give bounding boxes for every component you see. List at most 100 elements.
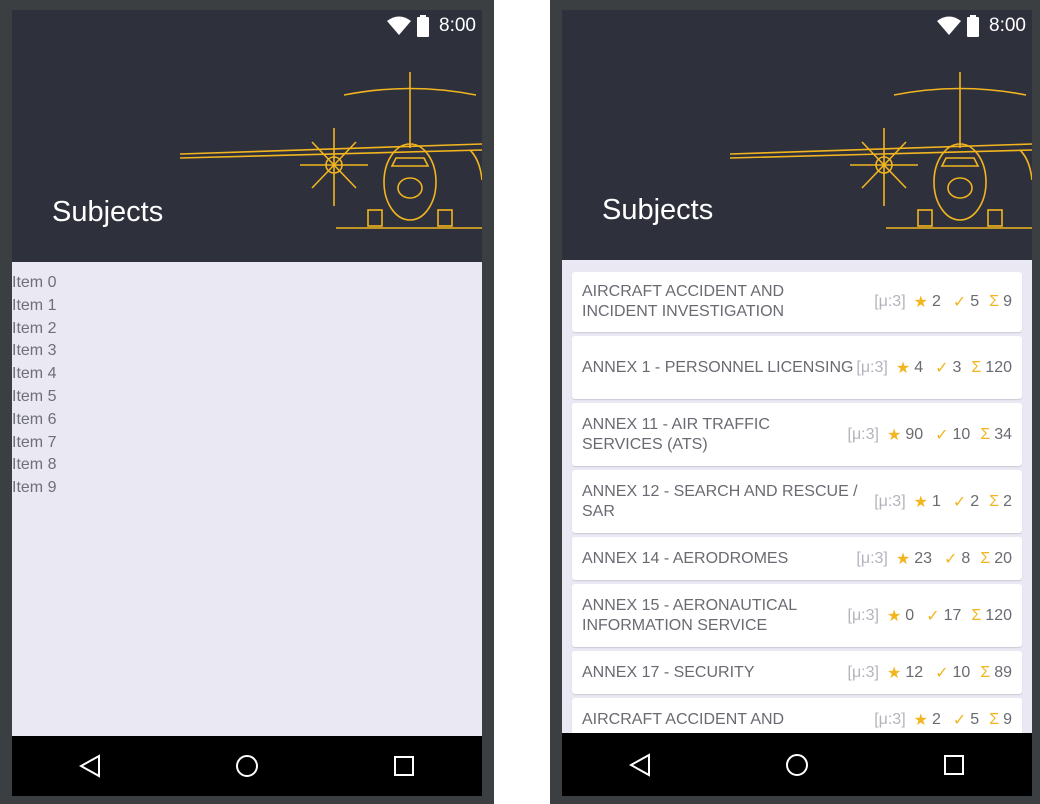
status-bar: 8:00 (937, 10, 1032, 42)
star-icon: ★ (913, 493, 928, 511)
check-count: 5 (970, 293, 980, 310)
list-item[interactable]: Item 9 (12, 477, 482, 500)
wifi-icon (387, 16, 412, 35)
total-count: 34 (994, 425, 1012, 443)
check-icon: ✓ (935, 359, 949, 377)
battery-icon (967, 15, 980, 37)
check-icon: ✓ (952, 294, 967, 311)
airplane-illustration (180, 72, 482, 229)
subject-list: AIRCRAFT ACCIDENT AND INCIDENT INVESTIGA… (572, 272, 1022, 774)
subject-name: ANNEX 12 - SEARCH AND RESCUE / SAR (582, 482, 858, 520)
wifi-icon (937, 16, 962, 35)
sigma-icon: Σ (980, 425, 991, 443)
subject-stats: [μ:3] ★ 2 ✓ 5 Σ9 (874, 710, 1012, 730)
star-icon: ★ (913, 294, 928, 311)
subject-card[interactable]: ANNEX 12 - SEARCH AND RESCUE / SAR [μ:3]… (572, 470, 1022, 533)
subject-card[interactable]: ANNEX 15 - AERONAUTICAL INFORMATION SERV… (572, 584, 1022, 647)
subject-stats: [μ:3] ★ 0 ✓ 17 Σ 120 (848, 606, 1013, 626)
star-count: 4 (914, 358, 924, 376)
back-icon (79, 754, 101, 778)
star-count: 2 (931, 293, 941, 310)
check-icon: ✓ (944, 550, 958, 568)
subject-name: ANNEX 15 - AERONAUTICAL INFORMATION SERV… (582, 596, 797, 634)
list-item[interactable]: Item 4 (12, 363, 482, 386)
navigation-bar (562, 733, 1032, 796)
back-button[interactable] (70, 746, 110, 786)
sigma-icon: Σ (971, 606, 982, 624)
status-time: 8:00 (439, 15, 476, 36)
check-count: 2 (970, 492, 980, 510)
left-device-frame: 8:00 Subjects Item 0 Item 1 Item 2 Item … (0, 0, 494, 804)
page-title: Subjects (52, 196, 164, 228)
star-count: 23 (914, 549, 932, 567)
recents-button[interactable] (384, 746, 424, 786)
star-icon: ★ (895, 359, 911, 377)
total-count: 120 (985, 358, 1012, 376)
sigma-icon: Σ (989, 293, 1000, 310)
home-icon (235, 755, 258, 777)
star-icon: ★ (886, 607, 902, 625)
home-button[interactable] (227, 746, 267, 786)
total-count: 2 (1003, 492, 1012, 510)
check-count: 10 (952, 663, 971, 681)
recents-button[interactable] (934, 745, 974, 785)
star-icon: ★ (895, 550, 911, 568)
status-bar: 8:00 (387, 10, 482, 42)
star-icon: ★ (886, 426, 902, 444)
home-icon (785, 753, 808, 776)
airplane-illustration (730, 72, 1032, 229)
list-item[interactable]: Item 5 (12, 386, 482, 409)
star-icon: ★ (886, 664, 902, 682)
recents-icon (393, 756, 414, 776)
total-count: 20 (994, 549, 1012, 567)
home-button[interactable] (777, 745, 817, 785)
right-screen: 8:00 Subjects AIRCRAFT ACCIDENT AND INCI… (562, 10, 1032, 796)
check-count: 17 (943, 606, 962, 624)
check-icon: ✓ (952, 712, 967, 729)
star-count: 0 (905, 606, 915, 624)
subject-name: ANNEX 11 - AIR TRAFFIC SERVICES (ATS) (582, 415, 770, 453)
mu-value: [μ:3] (874, 492, 906, 510)
status-time: 8:00 (989, 15, 1026, 36)
sigma-icon: Σ (971, 358, 982, 376)
star-count: 12 (905, 663, 924, 681)
total-count: 9 (1003, 711, 1012, 728)
list-item[interactable]: Item 1 (12, 295, 482, 318)
app-bar: 8:00 Subjects (12, 10, 482, 262)
star-count: 90 (905, 425, 924, 443)
back-button[interactable] (620, 745, 660, 785)
sigma-icon: Σ (989, 711, 1000, 728)
list-item[interactable]: Item 6 (12, 409, 482, 432)
star-count: 2 (931, 711, 941, 728)
app-bar: 8:00 Subjects (562, 10, 1032, 260)
right-device-frame: 8:00 Subjects AIRCRAFT ACCIDENT AND INCI… (550, 0, 1040, 804)
list-item[interactable]: Item 7 (12, 432, 482, 455)
subject-stats: [μ:3] ★ 90 ✓ 10 Σ 34 (848, 425, 1012, 445)
check-icon: ✓ (952, 493, 967, 511)
subject-card[interactable]: ANNEX 14 - AERODROMES [μ:3] ★ 23 ✓ 8 Σ 20 (572, 537, 1022, 580)
total-count: 89 (994, 663, 1012, 681)
back-icon (629, 752, 651, 777)
list-item[interactable]: Item 8 (12, 454, 482, 477)
recents-icon (943, 754, 964, 775)
subject-stats: [μ:3] ★ 2 ✓ 5 Σ9 (874, 292, 1012, 312)
check-count: 10 (952, 425, 971, 443)
subject-name: AIRCRAFT ACCIDENT AND (582, 711, 785, 728)
total-count: 120 (985, 606, 1012, 624)
subject-stats: [μ:3] ★ 12 ✓ 10 Σ 89 (848, 663, 1012, 683)
mu-value: [μ:3] (847, 425, 879, 443)
list-item[interactable]: Item 0 (12, 272, 482, 295)
page-title: Subjects (602, 194, 714, 226)
sigma-icon: Σ (980, 549, 991, 567)
subject-card[interactable]: AIRCRAFT ACCIDENT AND INCIDENT INVESTIGA… (572, 272, 1022, 332)
list-item[interactable]: Item 3 (12, 340, 482, 363)
subject-card[interactable]: ANNEX 11 - AIR TRAFFIC SERVICES (ATS) [μ… (572, 403, 1022, 466)
subject-card[interactable]: ANNEX 17 - SECURITY [μ:3] ★ 12 ✓ 10 Σ 89 (572, 651, 1022, 694)
list-item[interactable]: Item 2 (12, 318, 482, 341)
navigation-bar (12, 736, 482, 796)
check-icon: ✓ (926, 607, 940, 625)
subject-card[interactable]: ANNEX 1 - PERSONNEL LICENSING [μ:3] ★ 4 ✓… (572, 336, 1022, 399)
star-icon: ★ (913, 712, 928, 729)
item-list: Item 0 Item 1 Item 2 Item 3 Item 4 Item … (12, 272, 482, 500)
left-screen: 8:00 Subjects Item 0 Item 1 Item 2 Item … (12, 10, 482, 796)
